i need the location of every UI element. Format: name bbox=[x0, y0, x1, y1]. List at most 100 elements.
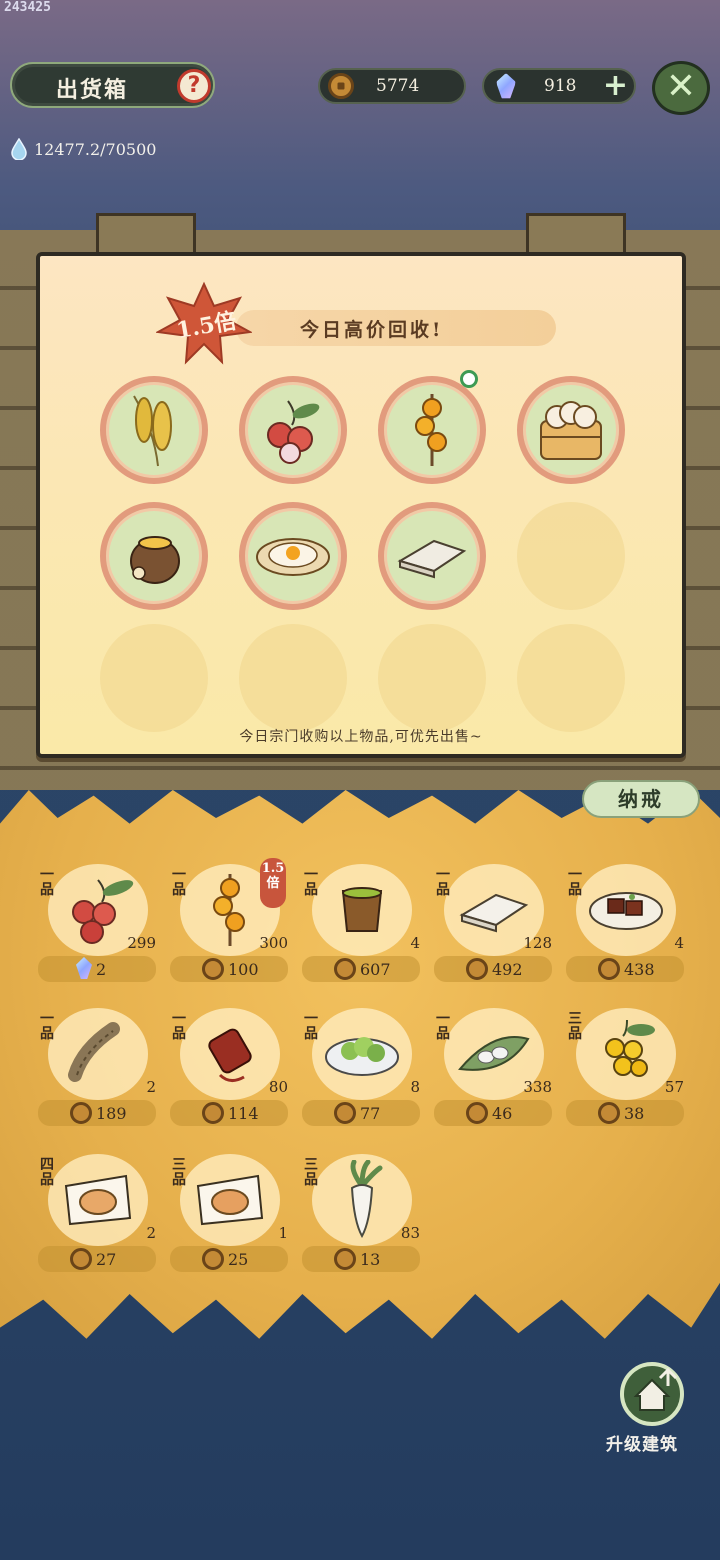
copper-coin-icon bbox=[334, 1102, 356, 1124]
coin-value: 5774 bbox=[376, 76, 420, 96]
eggs-on-leaf-icon bbox=[458, 1036, 530, 1071]
item-count: 299 bbox=[127, 934, 156, 952]
braised-tofu-icon bbox=[589, 892, 663, 930]
item-count: 57 bbox=[664, 1078, 684, 1096]
item-price: 100 bbox=[170, 956, 288, 982]
millet-icon bbox=[133, 395, 172, 467]
item-grade: 三品 bbox=[172, 1157, 186, 1188]
copper-coin-icon bbox=[334, 1248, 356, 1270]
tea-cup-icon bbox=[341, 887, 383, 932]
spirit-gem-icon bbox=[76, 957, 92, 979]
item-grade: 一品 bbox=[172, 1011, 186, 1042]
daily-buyback-board: 今日高价回收! 1.5倍 今日宗门收购以上物品,可优先出售~ bbox=[36, 252, 686, 758]
steamed-buns-icon bbox=[540, 401, 602, 460]
item-count: 80 bbox=[268, 1078, 288, 1096]
fried-egg-icon bbox=[256, 538, 330, 576]
spirit-gem-icon bbox=[496, 73, 516, 99]
storage-item[interactable]: 一品 1.5 倍 300 100 bbox=[170, 856, 288, 986]
storage-item[interactable]: 一品 80 114 bbox=[170, 1000, 288, 1130]
copper-coin-icon bbox=[466, 958, 488, 980]
item-price: 2 bbox=[38, 956, 156, 982]
item-grade: 一品 bbox=[304, 1011, 318, 1042]
item-count: 300 bbox=[259, 934, 288, 952]
gem-value: 918 bbox=[544, 76, 577, 96]
item-grade: 一品 bbox=[436, 1011, 450, 1042]
storage-item[interactable]: 一品 2 189 bbox=[38, 1000, 156, 1130]
item-price: 438 bbox=[566, 956, 684, 982]
item-count: 2 bbox=[146, 1224, 156, 1242]
board-note: 今日宗门收购以上物品,可优先出售~ bbox=[239, 729, 483, 745]
storage-tab[interactable]: 纳戒 bbox=[582, 780, 700, 818]
rope-icon bbox=[68, 1022, 120, 1082]
page-title: 出货箱 bbox=[56, 77, 129, 103]
item-price: 13 bbox=[302, 1246, 420, 1272]
copper-coin-icon bbox=[70, 1248, 92, 1270]
buyback-slot[interactable] bbox=[100, 376, 208, 484]
candied-fruit-skewer-icon bbox=[415, 394, 447, 466]
upgrade-building-label: 升级建筑 bbox=[606, 1435, 678, 1455]
cloth-icon bbox=[459, 893, 529, 933]
copper-coin-icon bbox=[598, 1102, 620, 1124]
banner-title: 今日高价回收! bbox=[300, 319, 444, 341]
water-value: 12477.2/70500 bbox=[34, 139, 157, 159]
gem-balance: 918 + bbox=[482, 68, 636, 104]
storage-item[interactable]: 一品 4 607 bbox=[302, 856, 420, 986]
item-count: 4 bbox=[410, 934, 420, 952]
storage-item[interactable]: 四品 2 27 bbox=[38, 1146, 156, 1276]
item-price: 607 bbox=[302, 956, 420, 982]
item-grade: 一品 bbox=[304, 867, 318, 898]
coin-balance: 5774 bbox=[318, 68, 466, 104]
copper-coin-icon bbox=[202, 1102, 224, 1124]
copper-coin-icon bbox=[598, 958, 620, 980]
copper-coin-icon bbox=[334, 958, 356, 980]
storage-item[interactable]: 三品 1 25 bbox=[170, 1146, 288, 1276]
copper-coin-icon bbox=[466, 1102, 488, 1124]
item-grade: 一品 bbox=[40, 1011, 54, 1042]
title-pill: 出货箱 ? bbox=[10, 62, 215, 108]
water-capacity: 12477.2/70500 bbox=[10, 138, 156, 160]
buyback-slot[interactable] bbox=[239, 376, 347, 484]
storage-item[interactable]: 一品 8 77 bbox=[302, 1000, 420, 1130]
item-count: 4 bbox=[674, 934, 684, 952]
item-count: 338 bbox=[523, 1078, 552, 1096]
storage-item[interactable]: 一品 338 46 bbox=[434, 1000, 552, 1130]
vegetable-plate-icon bbox=[325, 1037, 399, 1076]
buyback-banner: 今日高价回收! bbox=[236, 310, 556, 346]
storage-item[interactable]: 三品 83 13 bbox=[302, 1146, 420, 1276]
item-grade: 三品 bbox=[304, 1157, 318, 1188]
help-icon[interactable]: ? bbox=[177, 69, 211, 103]
multiplier-badge: 1.5倍 bbox=[154, 280, 254, 366]
buyback-slot[interactable] bbox=[378, 370, 486, 484]
building-upgrade-icon bbox=[633, 1367, 678, 1411]
buyback-slot[interactable] bbox=[517, 376, 625, 484]
item-count: 8 bbox=[410, 1078, 420, 1096]
buyback-slot[interactable] bbox=[239, 502, 347, 610]
golden-grapes-icon bbox=[605, 1019, 655, 1077]
empty-slot bbox=[517, 624, 625, 732]
buyback-slot[interactable] bbox=[100, 502, 208, 610]
candied-fruit-skewer-icon bbox=[213, 874, 245, 946]
storage-item[interactable]: 一品 4 438 bbox=[566, 856, 684, 986]
add-gems-button[interactable]: + bbox=[603, 68, 628, 103]
copper-coin-icon bbox=[202, 1248, 224, 1270]
storage-item[interactable]: 一品 299 2 bbox=[38, 856, 156, 986]
item-price: 189 bbox=[38, 1100, 156, 1126]
buyback-slot[interactable] bbox=[378, 502, 486, 610]
item-price: 492 bbox=[434, 956, 552, 982]
empty-slot bbox=[378, 624, 486, 732]
storage-item[interactable]: 一品 128 492 bbox=[434, 856, 552, 986]
storage-item[interactable]: 三品 57 38 bbox=[566, 1000, 684, 1130]
item-price: 77 bbox=[302, 1100, 420, 1126]
close-button[interactable]: ✕ bbox=[652, 61, 710, 115]
empty-slot bbox=[517, 502, 625, 610]
upgrade-building-button[interactable] bbox=[620, 1362, 684, 1426]
item-count: 2 bbox=[146, 1078, 156, 1096]
copper-coin-icon bbox=[202, 958, 224, 980]
item-price: 27 bbox=[38, 1246, 156, 1272]
item-grade: 一品 bbox=[172, 867, 186, 898]
build-id-label: 243425 bbox=[4, 0, 51, 15]
item-count: 128 bbox=[523, 934, 552, 952]
item-grade: 一品 bbox=[436, 867, 450, 898]
item-count: 1 bbox=[278, 1224, 288, 1242]
lychee-icon bbox=[267, 400, 320, 464]
